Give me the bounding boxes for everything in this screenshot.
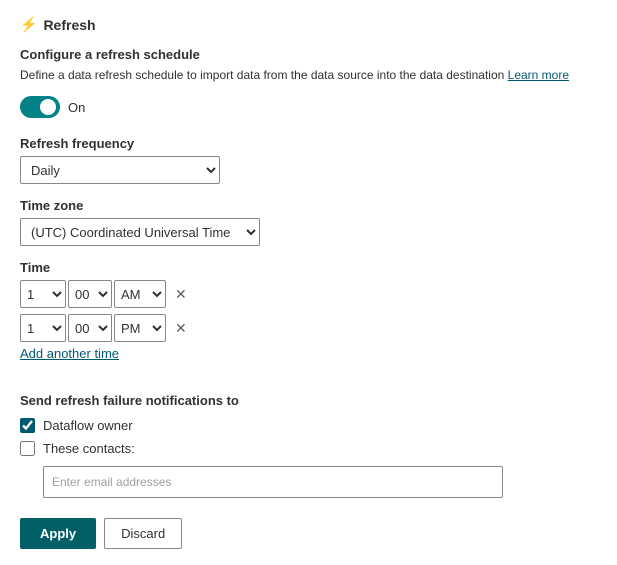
notifications-section: Send refresh failure notifications to Da… — [20, 393, 597, 498]
add-time-link[interactable]: Add another time — [20, 346, 119, 361]
toggle-label: On — [68, 100, 85, 115]
time-rows: 1234 5678 9101112 00153045 AMPM ✕ 1234 5… — [20, 280, 597, 342]
time-row-1-minute[interactable]: 00153045 — [68, 280, 112, 308]
refresh-frequency-group: Refresh frequency Daily Weekly Monthly — [20, 136, 597, 184]
email-input[interactable] — [43, 466, 503, 498]
time-group: Time 1234 5678 9101112 00153045 AMPM ✕ 1… — [20, 260, 597, 379]
refresh-frequency-label: Refresh frequency — [20, 136, 597, 151]
remove-time-1-button[interactable]: ✕ — [172, 286, 190, 303]
section-title: Configure a refresh schedule — [20, 47, 597, 62]
description: Define a data refresh schedule to import… — [20, 66, 597, 84]
refresh-icon: ⚡ — [20, 16, 37, 33]
page-title: Refresh — [43, 17, 95, 33]
checkbox-owner-label: Dataflow owner — [43, 418, 133, 433]
checkbox-row-owner: Dataflow owner — [20, 418, 597, 433]
notifications-title: Send refresh failure notifications to — [20, 393, 597, 408]
time-row-2-ampm[interactable]: AMPM — [114, 314, 166, 342]
refresh-frequency-select[interactable]: Daily Weekly Monthly — [20, 156, 220, 184]
time-row-1-hour[interactable]: 1234 5678 9101112 — [20, 280, 66, 308]
refresh-toggle[interactable] — [20, 96, 60, 118]
checkbox-contacts[interactable] — [20, 441, 35, 456]
remove-time-2-button[interactable]: ✕ — [172, 320, 190, 337]
checkbox-contacts-label: These contacts: — [43, 441, 135, 456]
checkbox-owner[interactable] — [20, 418, 35, 433]
timezone-select[interactable]: (UTC) Coordinated Universal Time (UTC+01… — [20, 218, 260, 246]
button-row: Apply Discard — [20, 518, 597, 549]
timezone-group: Time zone (UTC) Coordinated Universal Ti… — [20, 198, 597, 246]
discard-button[interactable]: Discard — [104, 518, 182, 549]
time-row-2-minute[interactable]: 00153045 — [68, 314, 112, 342]
toggle-container: On — [20, 96, 597, 118]
checkbox-row-contacts: These contacts: — [20, 441, 597, 456]
time-label: Time — [20, 260, 597, 275]
time-row-1-ampm[interactable]: AMPM — [114, 280, 166, 308]
apply-button[interactable]: Apply — [20, 518, 96, 549]
page-header: ⚡ Refresh — [20, 16, 597, 33]
time-row-1: 1234 5678 9101112 00153045 AMPM ✕ — [20, 280, 597, 308]
time-row-2-hour[interactable]: 1234 5678 9101112 — [20, 314, 66, 342]
timezone-label: Time zone — [20, 198, 597, 213]
time-row-2: 1234 5678 9101112 00153045 AMPM ✕ — [20, 314, 597, 342]
learn-more-link[interactable]: Learn more — [508, 68, 569, 82]
